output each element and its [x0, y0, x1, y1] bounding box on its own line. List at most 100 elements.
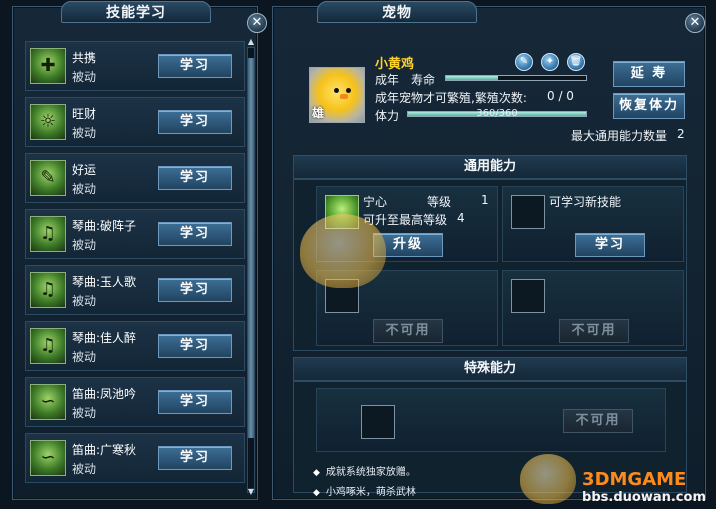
- lifespan-bar-fill: [446, 76, 498, 80]
- lifespan-label: 寿命: [411, 73, 436, 87]
- skill-name: 共携: [72, 51, 97, 65]
- skill-panel-title: 技能学习: [61, 1, 211, 23]
- learn-button[interactable]: 学习: [158, 54, 232, 78]
- unavailable-button[interactable]: 不可用: [373, 319, 443, 343]
- chick-beak-icon: [340, 94, 348, 99]
- learn-button[interactable]: 学习: [158, 446, 232, 470]
- learn-button[interactable]: 学习: [158, 222, 232, 246]
- skill-type: 被动: [72, 70, 97, 84]
- special-unavailable-button[interactable]: 不可用: [563, 409, 633, 433]
- stamina-label: 体力: [375, 109, 400, 123]
- lifespan-bar: [445, 75, 587, 81]
- learn-button[interactable]: 学习: [158, 166, 232, 190]
- guqin-icon: ♫: [30, 328, 66, 364]
- learn-button[interactable]: 学习: [158, 390, 232, 414]
- skill-name: 旺财: [72, 107, 97, 121]
- chick-eye-icon: [346, 88, 351, 93]
- ability-slot-2: 可学习新技能 学习: [502, 186, 684, 262]
- skill-name: 好运: [72, 163, 97, 177]
- learn-ability-button[interactable]: 学习: [575, 233, 645, 257]
- watermark-logo: 3DMGAME bbs.duowan.com: [582, 469, 706, 505]
- skill-name: 琴曲:玉人歌: [72, 275, 137, 289]
- note-line-1: ◆ 成就系统独家放赠。: [313, 463, 416, 478]
- breed-count: 0 / 0: [547, 89, 574, 103]
- skill-list: ✚ 共携 被动 学习 ☼ 旺财 被动 学习 ✎ 好运 被动 学习 ♫ 琴曲:破阵…: [25, 41, 245, 493]
- unavailable-button[interactable]: 不可用: [559, 319, 629, 343]
- skill-row-jiarenzui: ♫ 琴曲:佳人醉 被动 学习: [25, 321, 245, 371]
- scroll-down-arrow-icon[interactable]: ▼: [245, 487, 257, 497]
- pet-stage: 成年: [375, 73, 400, 87]
- lucky-card-icon: ✎: [30, 160, 66, 196]
- skill-row-guanghanqiu: ∽ 笛曲:广寒秋 被动 学习: [25, 433, 245, 483]
- skill-type: 被动: [72, 238, 97, 252]
- level-value: 1: [481, 193, 489, 207]
- level-label: 等级: [427, 195, 452, 209]
- pet-panel-close-button[interactable]: ✕: [685, 13, 705, 33]
- special-ability-slot: 不可用: [316, 388, 666, 452]
- scroll-up-arrow-icon[interactable]: ▲: [245, 37, 257, 47]
- note-line-2: ◆ 小鸡啄米，萌杀武林: [313, 483, 416, 498]
- pet-panel-title: 宠物: [317, 1, 477, 23]
- empty-ability-slot-icon[interactable]: [511, 195, 545, 229]
- pet-portrait[interactable]: 雄: [309, 67, 365, 123]
- skill-list-scrollbar[interactable]: [247, 47, 255, 493]
- watermark-logo-text: 3DMGAME: [582, 469, 687, 490]
- feather-icon[interactable]: ✦: [541, 53, 559, 71]
- trash-icon[interactable]: 🗑: [567, 53, 585, 71]
- diamond-bullet-icon: ◆: [313, 488, 320, 498]
- empty-ability-slot-icon[interactable]: [361, 405, 395, 439]
- skill-row-wangcai: ☼ 旺财 被动 学习: [25, 97, 245, 147]
- max-level-value: 4: [457, 211, 465, 225]
- skill-row-yurenge: ♫ 琴曲:玉人歌 被动 学习: [25, 265, 245, 315]
- pet-gender: 雄: [312, 106, 325, 120]
- stamina-bar: 360/360: [407, 108, 587, 119]
- watermark-mascot-icon: [520, 454, 576, 504]
- skill-type: 被动: [72, 126, 97, 140]
- max-general-label: 最大通用能力数量: [571, 129, 668, 143]
- skill-row-haoyun: ✎ 好运 被动 学习: [25, 153, 245, 203]
- skill-type: 被动: [72, 350, 97, 364]
- skill-type: 被动: [72, 294, 97, 308]
- brush-icon[interactable]: ✎: [515, 53, 533, 71]
- learn-button[interactable]: 学习: [158, 110, 232, 134]
- learn-button[interactable]: 学习: [158, 278, 232, 302]
- skill-name: 琴曲:佳人醉: [72, 331, 137, 345]
- general-ability-header: 通用能力: [293, 155, 687, 179]
- bag-plus-icon: ✚: [30, 48, 66, 84]
- skill-row-gongxie: ✚ 共携 被动 学习: [25, 41, 245, 91]
- diamond-bullet-icon: ◆: [313, 468, 320, 478]
- breed-text: 成年宠物才可繁殖,繁殖次数:: [375, 91, 527, 105]
- sun-money-icon: ☼: [30, 104, 66, 140]
- guqin-icon: ♫: [30, 272, 66, 308]
- skill-name: 笛曲:凤池吟: [72, 387, 137, 401]
- guqin-icon: ♫: [30, 216, 66, 252]
- flute-icon: ∽: [30, 384, 66, 420]
- empty-ability-slot-icon[interactable]: [511, 279, 545, 313]
- skill-learning-panel: 技能学习 ✕ ✚ 共携 被动 学习 ☼ 旺财 被动 学习 ✎ 好运 被动 学习 …: [12, 1, 267, 500]
- restore-stamina-button[interactable]: 恢复体力: [613, 93, 685, 119]
- ability-name: 宁心: [363, 195, 388, 209]
- skill-row-pozhenzi: ♫ 琴曲:破阵子 被动 学习: [25, 209, 245, 259]
- scroll-thumb[interactable]: [248, 58, 254, 438]
- note-text: 成就系统独家放赠。: [325, 467, 416, 478]
- special-ability-header: 特殊能力: [293, 357, 687, 381]
- ability-slot-4: 不可用: [502, 270, 684, 346]
- extend-life-button[interactable]: 延 寿: [613, 61, 685, 87]
- pet-name: 小黄鸡: [375, 57, 415, 72]
- skill-panel-close-button[interactable]: ✕: [247, 13, 267, 33]
- skill-type: 被动: [72, 182, 97, 196]
- watermark-site: bbs.duowan.com: [582, 490, 706, 505]
- skill-name: 笛曲:广寒秋: [72, 443, 137, 457]
- note-text: 小鸡啄米，萌杀武林: [325, 487, 416, 498]
- max-level-label: 可升至最高等级: [363, 213, 448, 227]
- flute-icon: ∽: [30, 440, 66, 476]
- skill-name: 琴曲:破阵子: [72, 219, 137, 233]
- learn-new-label: 可学习新技能: [549, 195, 622, 209]
- watermark-mascot-icon: [300, 214, 386, 288]
- skill-row-fengchiyin: ∽ 笛曲:凤池吟 被动 学习: [25, 377, 245, 427]
- chick-eye-icon: [334, 88, 339, 93]
- skill-type: 被动: [72, 406, 97, 420]
- stamina-value: 360/360: [476, 108, 518, 119]
- max-general-value: 2: [677, 127, 685, 141]
- learn-button[interactable]: 学习: [158, 334, 232, 358]
